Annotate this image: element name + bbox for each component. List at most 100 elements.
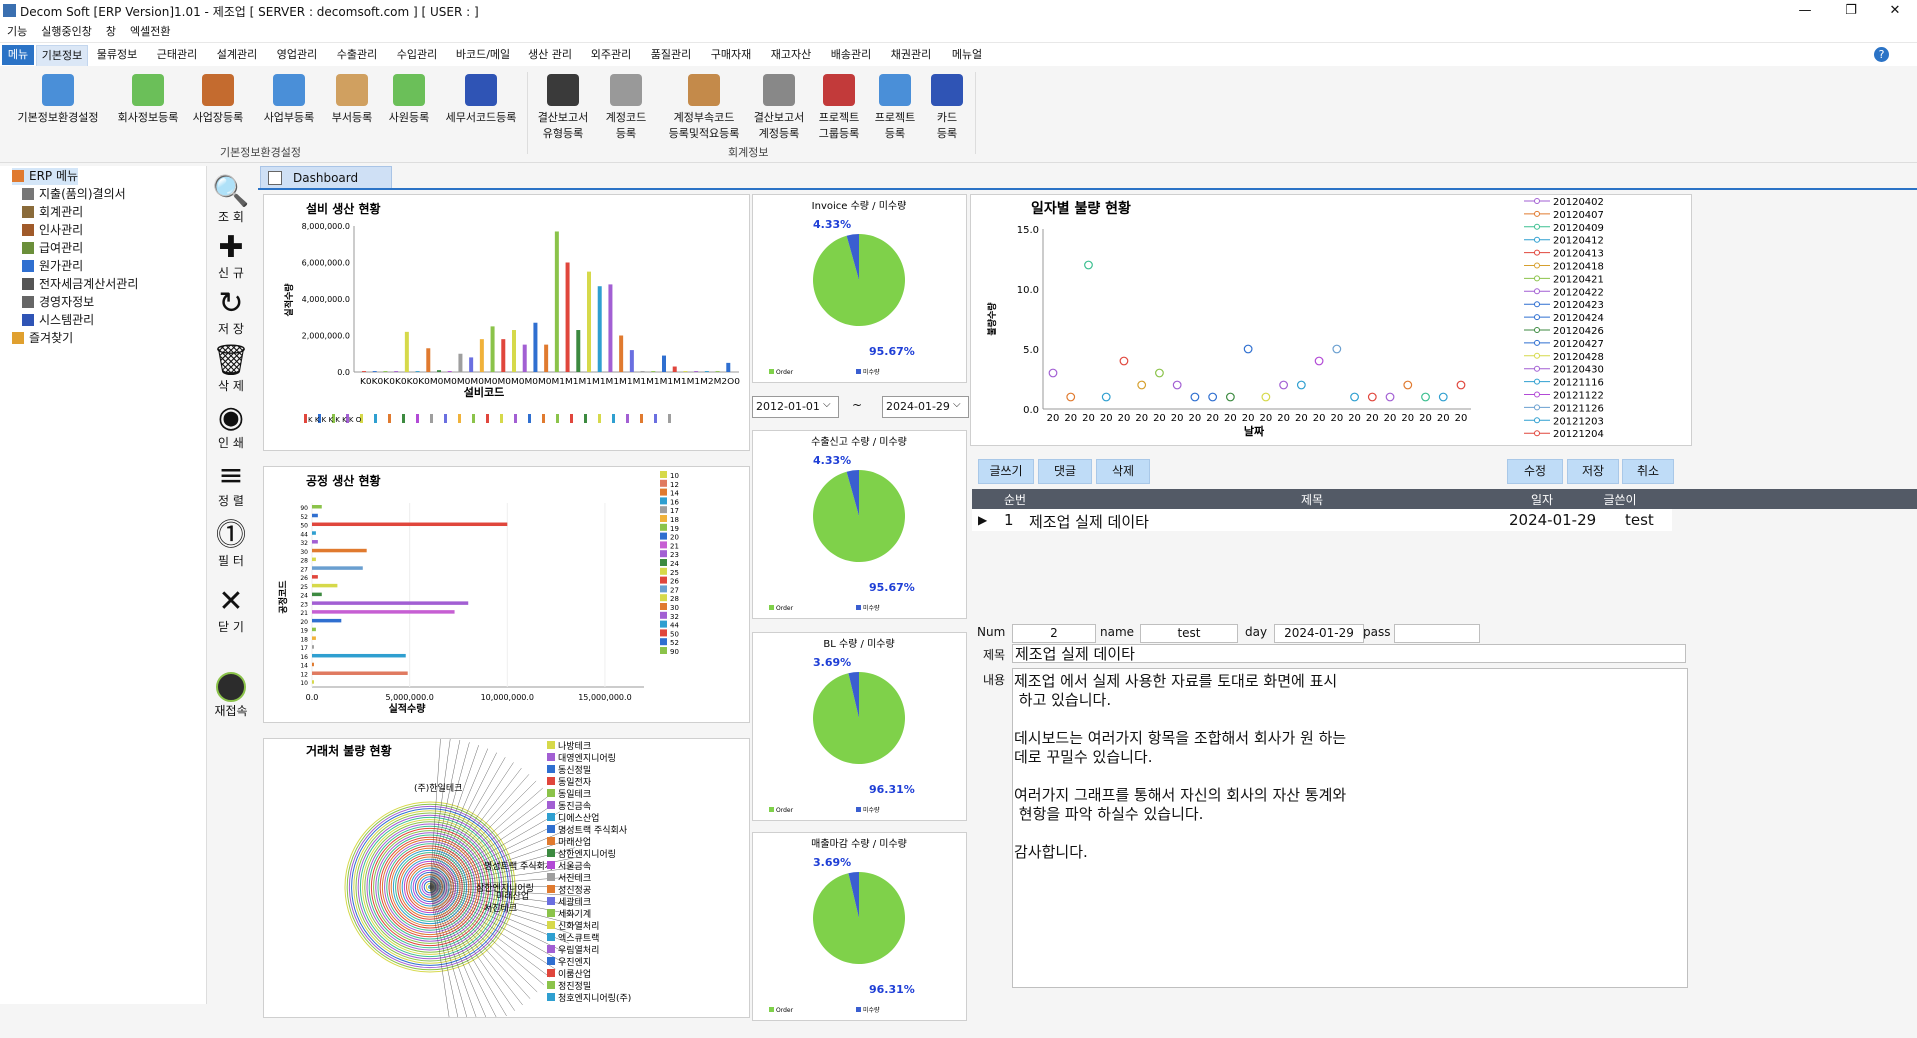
menu-window[interactable]: 창 (99, 22, 123, 42)
y-tick-label: 28 (300, 558, 308, 565)
ribbon: 기본정보환경설정 회사정보등록 사업장등록 사업부등록 부서등록 사원등록 세무서코드등록 기… (0, 66, 1917, 163)
sort-button[interactable]: ≡ 정 렬 (208, 460, 254, 509)
col-header-writer[interactable]: 글쓴이 (1586, 491, 1654, 508)
tree-item-label: 인사관리 (39, 223, 84, 237)
y-tick-label: 2,000,000.0 (302, 332, 350, 341)
legend-swatch (547, 945, 555, 953)
tree-item-1[interactable]: 지출(품의)결의서 (22, 186, 126, 203)
tab-3[interactable]: 근태관리 (148, 45, 206, 65)
bar (533, 322, 538, 372)
ribbon-btn-g1-6[interactable]: 세무서코드등록 (440, 74, 522, 125)
tree-item-5[interactable]: 원가관리 (22, 258, 83, 275)
pass-field[interactable] (1394, 624, 1480, 643)
content-line: 데시보드는 여러가지 항목을 조합해서 회사가 원 하는 (1014, 729, 1347, 747)
ribbon-btn-g2-3[interactable]: 결산보고서 계정등록 (750, 74, 808, 141)
ribbon-btn-label-line2: 계정등록 (758, 127, 800, 140)
ribbon-btn-g2-0[interactable]: 결산보고서 유형등록 (532, 74, 594, 141)
delete-button[interactable]: 🗑 삭 제 (208, 345, 254, 394)
scatter-point (1367, 392, 1377, 402)
bar (597, 286, 602, 372)
help-icon[interactable]: ? (1874, 47, 1889, 62)
filter-button[interactable]: ⓵필 터 (208, 520, 254, 569)
ribbon-btn-g1-2[interactable]: 사업장등록 (186, 74, 250, 125)
subject-field[interactable]: 제조업 실제 데이타 (1012, 644, 1686, 663)
tab-5[interactable]: 영업관리 (268, 45, 326, 65)
tree-item-0[interactable]: ERP 메뉴 (12, 168, 79, 185)
tree-item-7[interactable]: 경영자정보 (22, 294, 94, 311)
tree-item-8[interactable]: 시스템관리 (22, 312, 94, 329)
tree-item-9[interactable]: 즐겨찾기 (12, 330, 73, 347)
tree-item-3[interactable]: 인사관리 (22, 222, 83, 239)
tab-13[interactable]: 재고자산 (762, 45, 820, 65)
print-button[interactable]: ◉ 인 쇄 (208, 402, 254, 451)
menu-function[interactable]: 기능 (0, 22, 34, 42)
table-row[interactable]: ▶ 1 제조업 실제 데이타 2024-01-29 test (972, 509, 1672, 531)
export-pie-panel: 수출신고 수량 / 미수량 95.67% 4.33% Order 미수량 (752, 430, 967, 619)
tab-11[interactable]: 품질관리 (642, 45, 700, 65)
ribbon-btn-g2-2[interactable]: 계정부속코드 등록및적요등록 (662, 74, 746, 141)
day-field[interactable]: 2024-01-29 (1274, 624, 1364, 643)
tab-16[interactable]: 메뉴얼 (942, 45, 992, 65)
delete-post-button[interactable]: 삭제 (1096, 459, 1150, 484)
tree-item-4[interactable]: 급여관리 (22, 240, 83, 257)
restore-button[interactable]: ❐ (1828, 0, 1874, 22)
edit-button[interactable]: 수정 (1507, 459, 1563, 484)
close-button[interactable]: ✕ 닫 기 (208, 586, 254, 635)
reconnect-button[interactable]: 재접속 (208, 672, 254, 719)
ribbon-btn-g2-4[interactable]: 프로젝트 그룹등록 (812, 74, 866, 141)
legend-label: 정진정밀 (558, 980, 591, 992)
scatter-point (1048, 368, 1058, 378)
menu-running-windows[interactable]: 실행중인창 (34, 22, 99, 42)
col-header-num[interactable]: 순번 (996, 491, 1034, 508)
bar (415, 371, 420, 372)
content-line: 감사합니다. (1014, 843, 1088, 861)
content-textarea[interactable]: 제조업 에서 실제 사용한 자료를 토대로 화면에 표시 하고 있습니다. 데시보… (1012, 668, 1688, 988)
legend-marker (1534, 275, 1540, 282)
tree-item-2[interactable]: 회계관리 (22, 204, 83, 221)
minimize-button[interactable]: — (1782, 0, 1828, 22)
tab-1[interactable]: 기본정보 (36, 45, 88, 66)
cancel-button[interactable]: 취소 (1622, 459, 1674, 484)
num-field[interactable]: 2 (1012, 624, 1096, 643)
tab-10[interactable]: 외주관리 (582, 45, 640, 65)
tab-12[interactable]: 구매자재 (702, 45, 760, 65)
menu-excel-export[interactable]: 엑셀전환 (123, 22, 177, 42)
tab-15[interactable]: 채권관리 (882, 45, 940, 65)
ribbon-btn-g1-3[interactable]: 사업부등록 (258, 74, 320, 125)
chart-title: 일자별 불량 현황 (1031, 200, 1131, 217)
date-to-picker[interactable]: 2024-01-29 ⌵ (882, 396, 969, 418)
col-header-title[interactable]: 제목 (1272, 491, 1352, 508)
bar (312, 566, 363, 570)
tab-4[interactable]: 설계관리 (208, 45, 266, 65)
tab-dashboard[interactable]: Dashboard (260, 166, 392, 190)
save-button[interactable]: ↻ 저 장 (208, 288, 254, 337)
tab-7[interactable]: 수입관리 (388, 45, 446, 65)
filter-label: 필 터 (218, 554, 244, 568)
name-field[interactable]: test (1140, 624, 1238, 643)
col-header-date[interactable]: 일자 (1507, 491, 1577, 508)
ribbon-btn-g1-1[interactable]: 회사정보등록 (110, 74, 186, 125)
date-from-picker[interactable]: 2012-01-01 ⌵ (752, 396, 839, 418)
scatter-point (1172, 380, 1182, 390)
legend-label: 미래산업 (558, 837, 591, 848)
tab-8[interactable]: 바코드/메일 (448, 45, 518, 65)
ribbon-btn-g1-0[interactable]: 기본정보환경설정 (10, 74, 106, 125)
search-button[interactable]: 🔍 조 회 (208, 176, 254, 225)
tab-6[interactable]: 수출관리 (328, 45, 386, 65)
ribbon-btn-g2-1[interactable]: 계정코드 등록 (598, 74, 654, 141)
tab-2[interactable]: 물류정보 (88, 45, 146, 65)
ribbon-btn-g2-6[interactable]: 카드 등록 (922, 74, 972, 141)
ribbon-btn-g1-5[interactable]: 사원등록 (382, 74, 436, 125)
legend-swatch (547, 897, 555, 905)
tab-14[interactable]: 배송관리 (822, 45, 880, 65)
save-post-button[interactable]: 저장 (1567, 459, 1619, 484)
reply-button[interactable]: 댓글 (1038, 459, 1092, 484)
tree-item-6[interactable]: 전자세금계산서관리 (22, 276, 138, 293)
ribbon-btn-g1-4[interactable]: 부서등록 (326, 74, 378, 125)
ribbon-btn-g2-5[interactable]: 프로젝트 등록 (870, 74, 920, 141)
write-button[interactable]: 글쓰기 (978, 459, 1034, 484)
new-button[interactable]: ✚ 신 규 (208, 232, 254, 281)
close-window-button[interactable]: ✕ (1872, 0, 1917, 22)
tab-9[interactable]: 생산 관리 (520, 45, 580, 65)
tab-0[interactable]: 메뉴 (2, 45, 34, 65)
